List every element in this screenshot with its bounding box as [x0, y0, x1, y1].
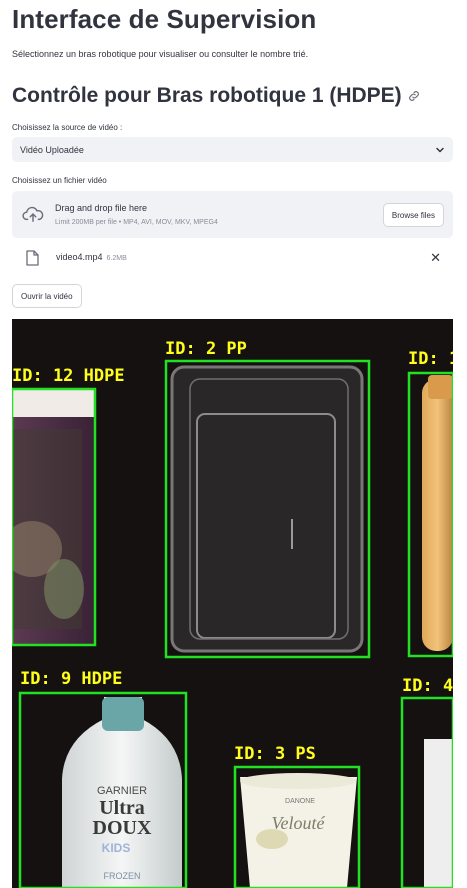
clear-container-object: [170, 365, 364, 653]
source-select[interactable]: Vidéo Uploadée: [12, 137, 453, 162]
browse-files-button[interactable]: Browse files: [382, 203, 444, 227]
product-text-ultra: Ultra: [99, 797, 145, 819]
source-select-value: Vidéo Uploadée: [20, 144, 84, 155]
product-text-danone: DANONE: [285, 798, 315, 805]
detection-label-id9: ID: 9 HDPE: [20, 669, 122, 689]
detection-label-id2: ID: 2 PP: [165, 339, 247, 359]
tub-object: [12, 389, 94, 644]
chevron-down-icon: [436, 147, 444, 152]
detection-label-id12: ID: 12 HDPE: [12, 366, 125, 386]
section-heading-text: Contrôle pour Bras robotique 1 (HDPE): [12, 84, 402, 107]
detection-label-id4: ID: 4: [402, 676, 453, 696]
detection-label-id1: ID: 1: [408, 349, 453, 369]
page-title: Interface de Supervision: [12, 4, 317, 34]
dropzone-instructions: Drag and drop file here: [55, 203, 148, 213]
dropzone-limit: Limit 200MB per file • MP4, AVI, MOV, MK…: [55, 219, 218, 226]
section-heading: Contrôle pour Bras robotique 1 (HDPE): [12, 84, 421, 108]
source-select-label: Choisissez la source de vidéo :: [12, 123, 123, 132]
link-icon[interactable]: [407, 89, 421, 103]
cloud-upload-icon: [22, 206, 44, 222]
uploaded-file-name: video4.mp4 6.2MB: [56, 252, 127, 262]
detection-frame: GARNIER Ultra DOUX KIDS FROZEN DANONE Ve…: [12, 339, 453, 888]
file-size: 6.2MB: [106, 255, 127, 262]
product-text-garnier: GARNIER: [97, 785, 147, 797]
uploader-label: Choisissez un fichier vidéo: [12, 176, 107, 185]
open-video-button[interactable]: Ouvrir la vidéo: [12, 284, 82, 308]
product-text-kids: KIDS: [102, 841, 131, 855]
shampoo-bottle-object: GARNIER Ultra DOUX KIDS FROZEN: [62, 697, 182, 888]
uploaded-file-row: video4.mp4 6.2MB ✕: [12, 247, 453, 269]
file-name-text: video4.mp4: [56, 252, 103, 262]
page-subtitle: Sélectionnez un bras robotique pour visu…: [12, 49, 309, 59]
product-text-veloute: Velouté: [272, 813, 326, 833]
product-text-doux: DOUX: [93, 817, 152, 839]
detection-label-id3: ID: 3 PS: [234, 744, 316, 764]
product-text-frozen: FROZEN: [104, 871, 141, 881]
video-frame: GARNIER Ultra DOUX KIDS FROZEN DANONE Ve…: [12, 319, 453, 888]
yogurt-cup-object: DANONE Velouté: [240, 773, 357, 888]
file-icon: [26, 250, 39, 266]
white-bottle-object: [424, 739, 453, 888]
orange-bottle-object: [422, 375, 453, 651]
file-dropzone[interactable]: Drag and drop file here Limit 200MB per …: [12, 191, 453, 238]
remove-file-icon[interactable]: ✕: [430, 251, 441, 264]
